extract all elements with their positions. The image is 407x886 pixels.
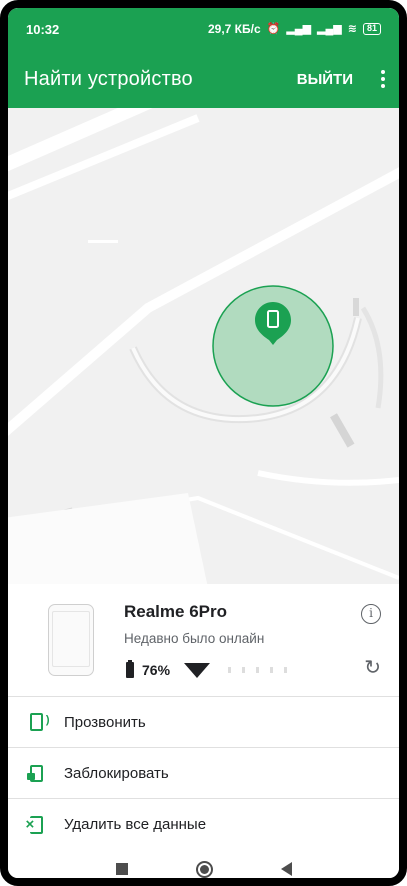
play-sound-action[interactable]: Прозвонить <box>8 697 399 748</box>
phone-frame: 10:32 29,7 КБ/с ⏰ ▂▄▆ ▂▄▆ ≋ 81 Найти уст… <box>0 0 407 886</box>
secure-device-label: Заблокировать <box>64 764 169 782</box>
device-online-status: Недавно было онлайн <box>124 631 265 646</box>
info-icon[interactable]: i <box>361 604 381 624</box>
device-battery-row: 76% <box>126 660 289 678</box>
secure-device-action[interactable]: Заблокировать <box>8 748 399 799</box>
wifi-status-icon: ≋ <box>347 22 357 35</box>
erase-device-icon <box>25 815 43 834</box>
device-name: Realme 6Pro <box>124 602 227 621</box>
recents-icon[interactable] <box>115 863 128 875</box>
overflow-menu-icon[interactable] <box>373 70 393 88</box>
battery-status-icon: 81 <box>362 23 381 35</box>
device-card: Realme 6Pro Недавно было онлайн 76% i ↻ <box>8 584 399 697</box>
alarm-icon: ⏰ <box>266 22 281 35</box>
status-time: 10:32 <box>26 21 60 37</box>
refresh-icon[interactable]: ↻ <box>364 658 381 678</box>
home-icon[interactable] <box>195 860 213 878</box>
status-icons: 29,7 КБ/с ⏰ ▂▄▆ ▂▄▆ ≋ 81 <box>208 22 381 36</box>
play-sound-label: Прозвонить <box>64 713 146 731</box>
signal-2-icon: ▂▄▆ <box>317 22 342 35</box>
map-canvas <box>8 108 399 584</box>
app-bar: Найти устройство ВЫЙТИ <box>8 50 399 108</box>
network-speed: 29,7 КБ/с <box>207 22 261 36</box>
erase-device-label: Удалить все данные <box>64 816 207 833</box>
back-icon[interactable] <box>280 862 292 876</box>
status-bar: 10:32 29,7 КБ/с ⏰ ▂▄▆ ▂▄▆ ≋ 81 <box>8 8 399 50</box>
device-sheet: Realme 6Pro Недавно было онлайн 76% i ↻ … <box>8 584 399 852</box>
network-name-redacted <box>228 667 289 673</box>
signal-icon: ▂▄▆ <box>286 22 312 35</box>
wifi-icon <box>184 662 211 678</box>
ring-device-icon <box>29 713 49 731</box>
system-nav-bar <box>8 852 399 878</box>
battery-icon <box>126 660 134 678</box>
logout-button[interactable]: ВЫЙТИ <box>297 71 353 88</box>
erase-device-action[interactable]: Удалить все данные <box>8 799 399 850</box>
app-title: Найти устройство <box>24 67 193 90</box>
battery-percent: 76% <box>142 662 171 678</box>
map-view[interactable] <box>8 108 399 584</box>
device-image <box>48 604 94 676</box>
lock-device-icon <box>26 764 43 782</box>
device-location-pin[interactable] <box>253 300 293 346</box>
